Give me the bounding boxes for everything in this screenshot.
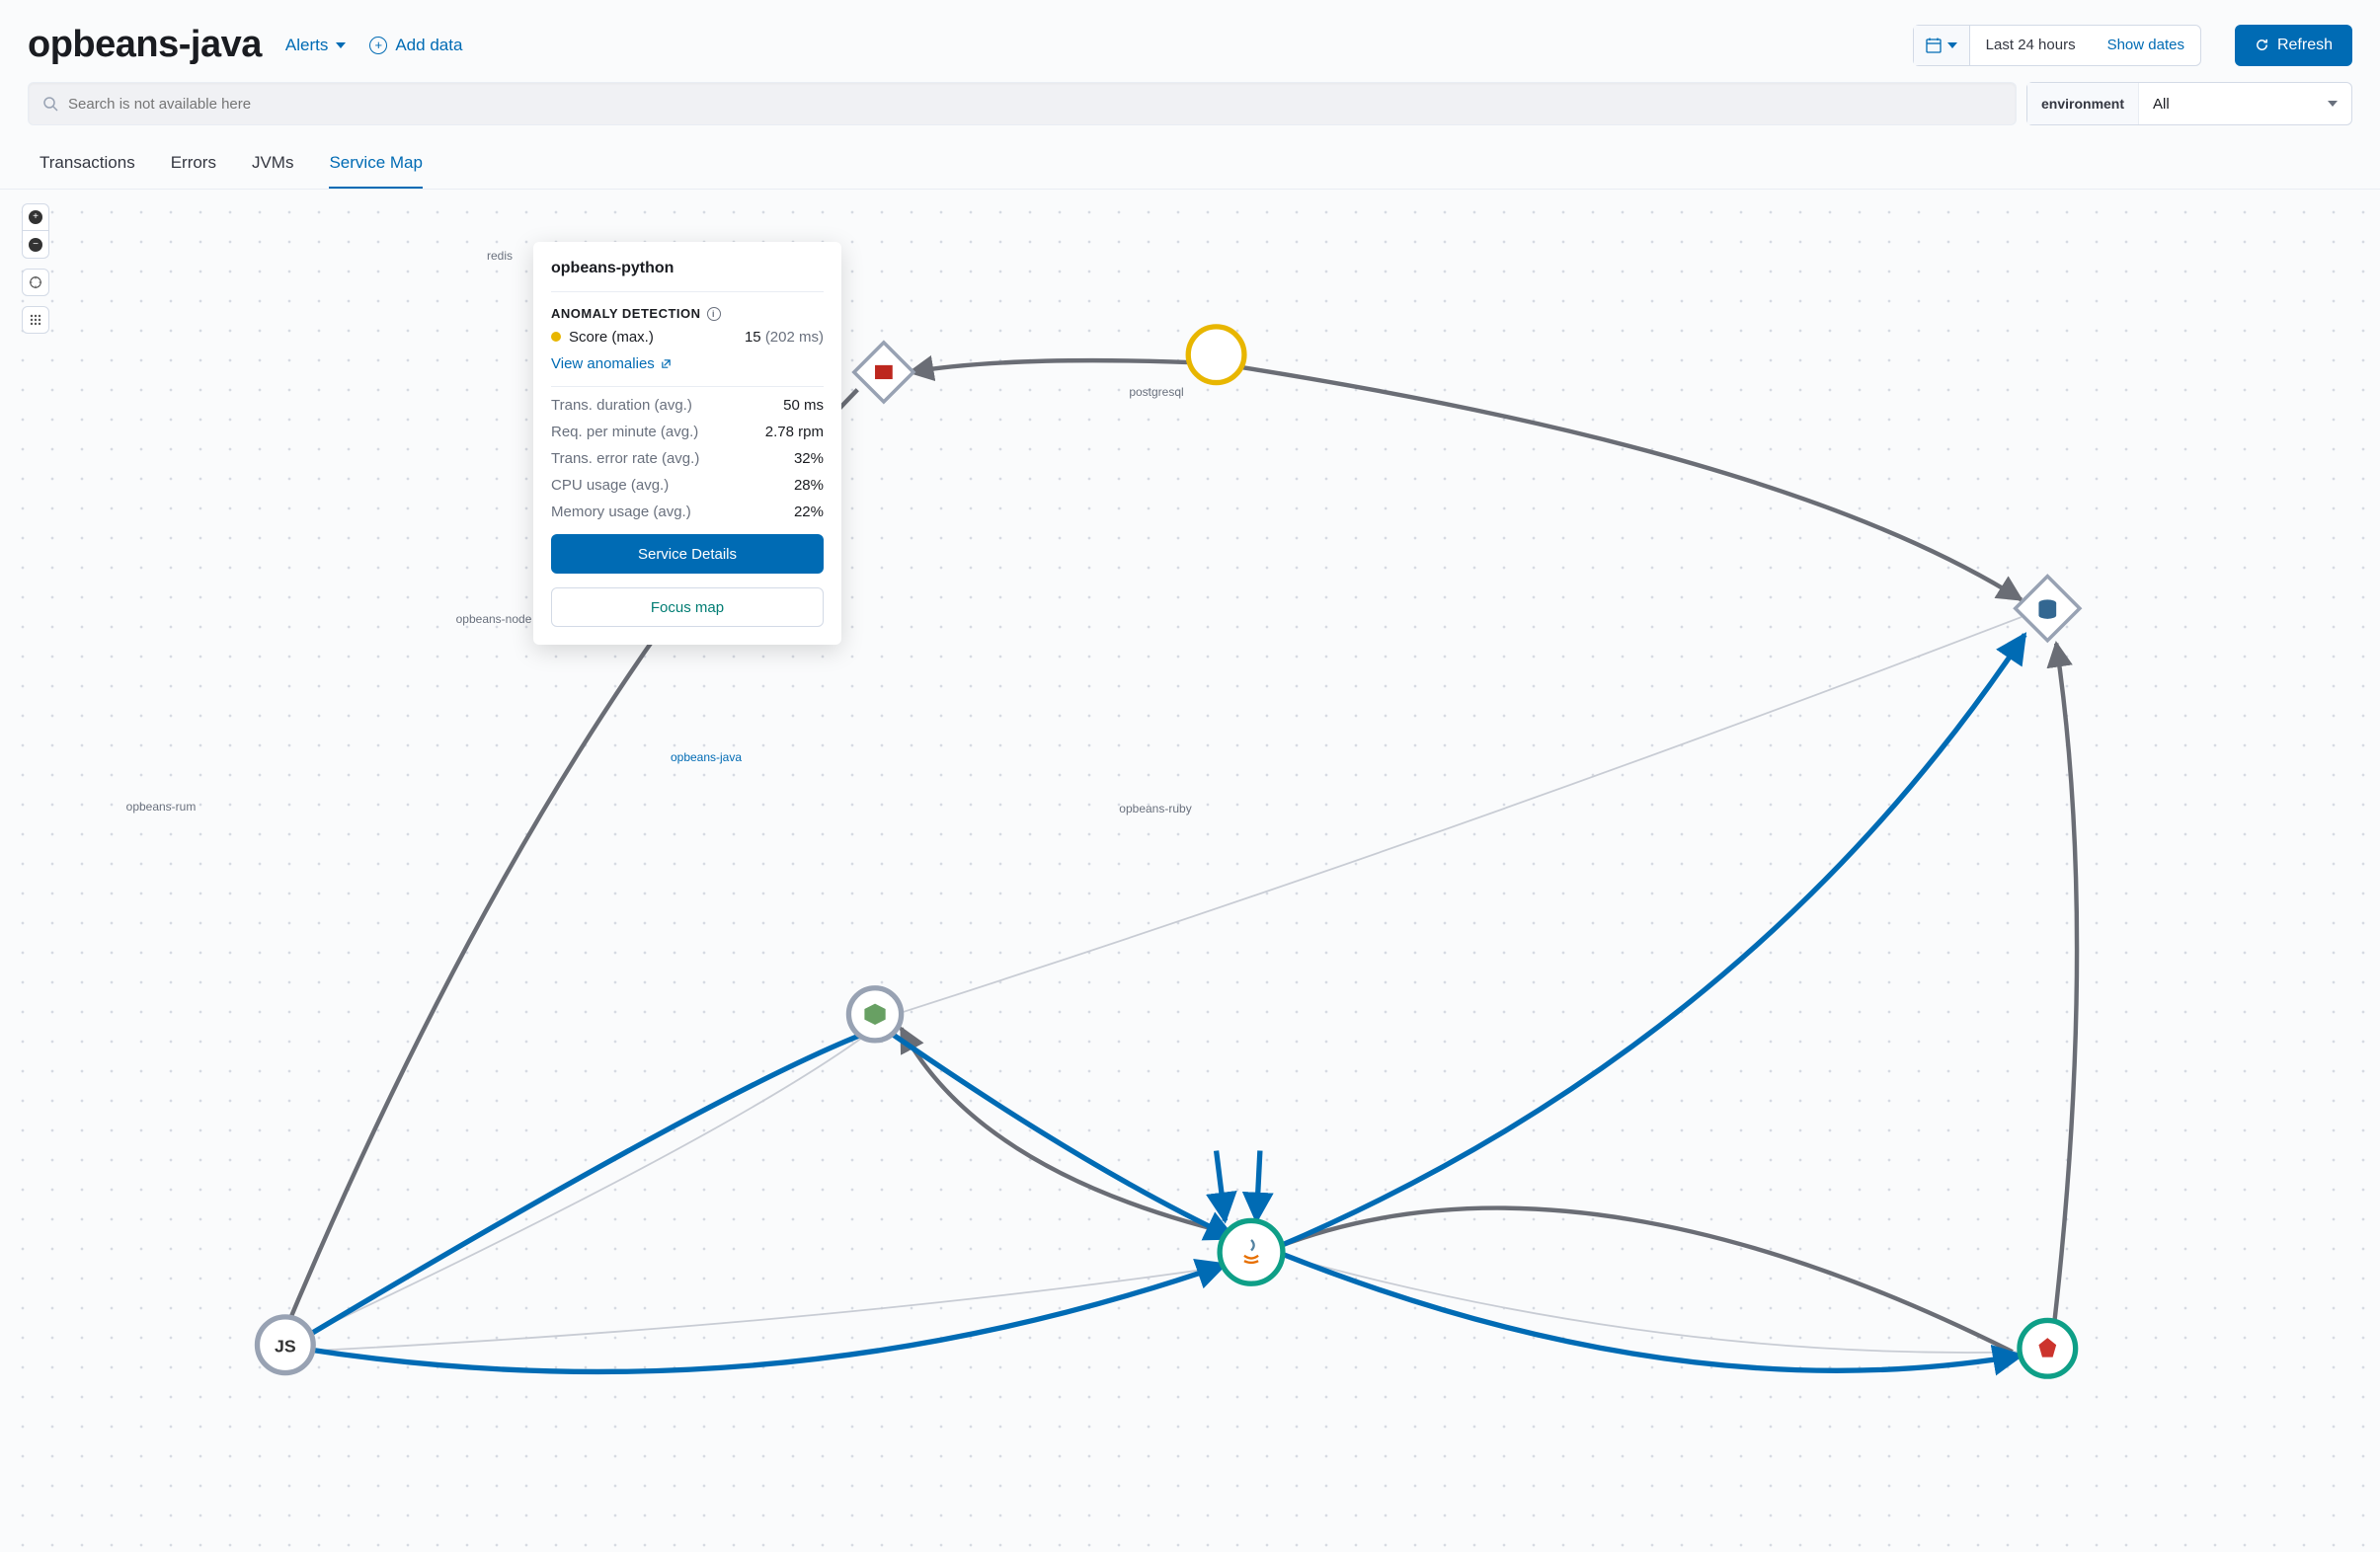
node-label-opbeans-rum[interactable]: opbeans-rum <box>126 800 197 814</box>
time-range-label[interactable]: Last 24 hours <box>1970 26 2092 65</box>
refresh-icon <box>2255 38 2269 52</box>
stat-row: Req. per minute (avg.)2.78 rpm <box>551 424 824 440</box>
stat-row: Trans. duration (avg.)50 ms <box>551 397 824 414</box>
alerts-label: Alerts <box>285 36 328 55</box>
svg-text:JS: JS <box>275 1336 296 1356</box>
focus-map-button[interactable]: Focus map <box>551 587 824 627</box>
plus-circle-icon: + <box>369 37 387 54</box>
node-label-opbeans-java[interactable]: opbeans-java <box>671 750 742 764</box>
node-label-postgresql[interactable]: postgresql <box>1129 385 1183 399</box>
add-data-link[interactable]: + Add data <box>369 36 462 55</box>
environment-value: All <box>2153 96 2170 113</box>
add-data-label: Add data <box>395 36 462 55</box>
score-value: 15 (202 ms) <box>745 329 824 346</box>
map-controls: + − <box>22 203 49 334</box>
service-popover: opbeans-python ANOMALY DETECTION i Score… <box>533 242 841 645</box>
calendar-icon <box>1926 38 1942 53</box>
node-label-redis[interactable]: redis <box>487 249 513 263</box>
chevron-down-icon <box>1947 42 1957 48</box>
node-label-opbeans-ruby[interactable]: opbeans-ruby <box>1119 802 1191 815</box>
calendar-button[interactable] <box>1914 26 1970 65</box>
tab-transactions[interactable]: Transactions <box>40 153 135 189</box>
tab-service-map[interactable]: Service Map <box>329 153 422 189</box>
environment-picker: environment All <box>2026 82 2352 125</box>
chevron-down-icon <box>2328 101 2338 107</box>
service-details-button[interactable]: Service Details <box>551 534 824 574</box>
external-link-icon <box>661 358 672 369</box>
chevron-down-icon <box>336 42 346 48</box>
fit-button[interactable] <box>22 269 49 296</box>
tab-errors[interactable]: Errors <box>171 153 216 189</box>
score-label: Score (max.) <box>551 329 654 346</box>
refresh-button[interactable]: Refresh <box>2235 25 2352 66</box>
tab-jvms[interactable]: JVMs <box>252 153 294 189</box>
map-svg: JS <box>0 190 2380 1552</box>
alerts-dropdown[interactable]: Alerts <box>285 36 346 55</box>
stat-row: CPU usage (avg.)28% <box>551 477 824 494</box>
time-range-picker: Last 24 hours Show dates <box>1913 25 2201 66</box>
zoom-in-button[interactable]: + <box>22 203 49 231</box>
score-dot-icon <box>551 332 561 342</box>
view-anomalies-link[interactable]: View anomalies <box>551 355 824 387</box>
grid-button[interactable] <box>22 306 49 334</box>
node-label-opbeans-node[interactable]: opbeans-node <box>456 612 532 626</box>
info-icon[interactable]: i <box>707 307 721 321</box>
anomaly-header: ANOMALY DETECTION i <box>551 306 824 321</box>
show-dates-link[interactable]: Show dates <box>2092 26 2200 65</box>
environment-select[interactable]: All <box>2139 83 2351 124</box>
search-icon <box>42 96 58 112</box>
zoom-out-button[interactable]: − <box>22 231 49 259</box>
search-box <box>28 82 2017 125</box>
service-map[interactable]: + − <box>0 190 2380 1552</box>
stat-row: Memory usage (avg.)22% <box>551 504 824 520</box>
stat-row: Trans. error rate (avg.)32% <box>551 450 824 467</box>
environment-label: environment <box>2027 83 2139 124</box>
tabs: Transactions Errors JVMs Service Map <box>0 135 2380 190</box>
page-title: opbeans-java <box>28 24 262 66</box>
search-input <box>68 96 2002 113</box>
popover-title: opbeans-python <box>551 260 824 292</box>
refresh-label: Refresh <box>2277 37 2333 54</box>
